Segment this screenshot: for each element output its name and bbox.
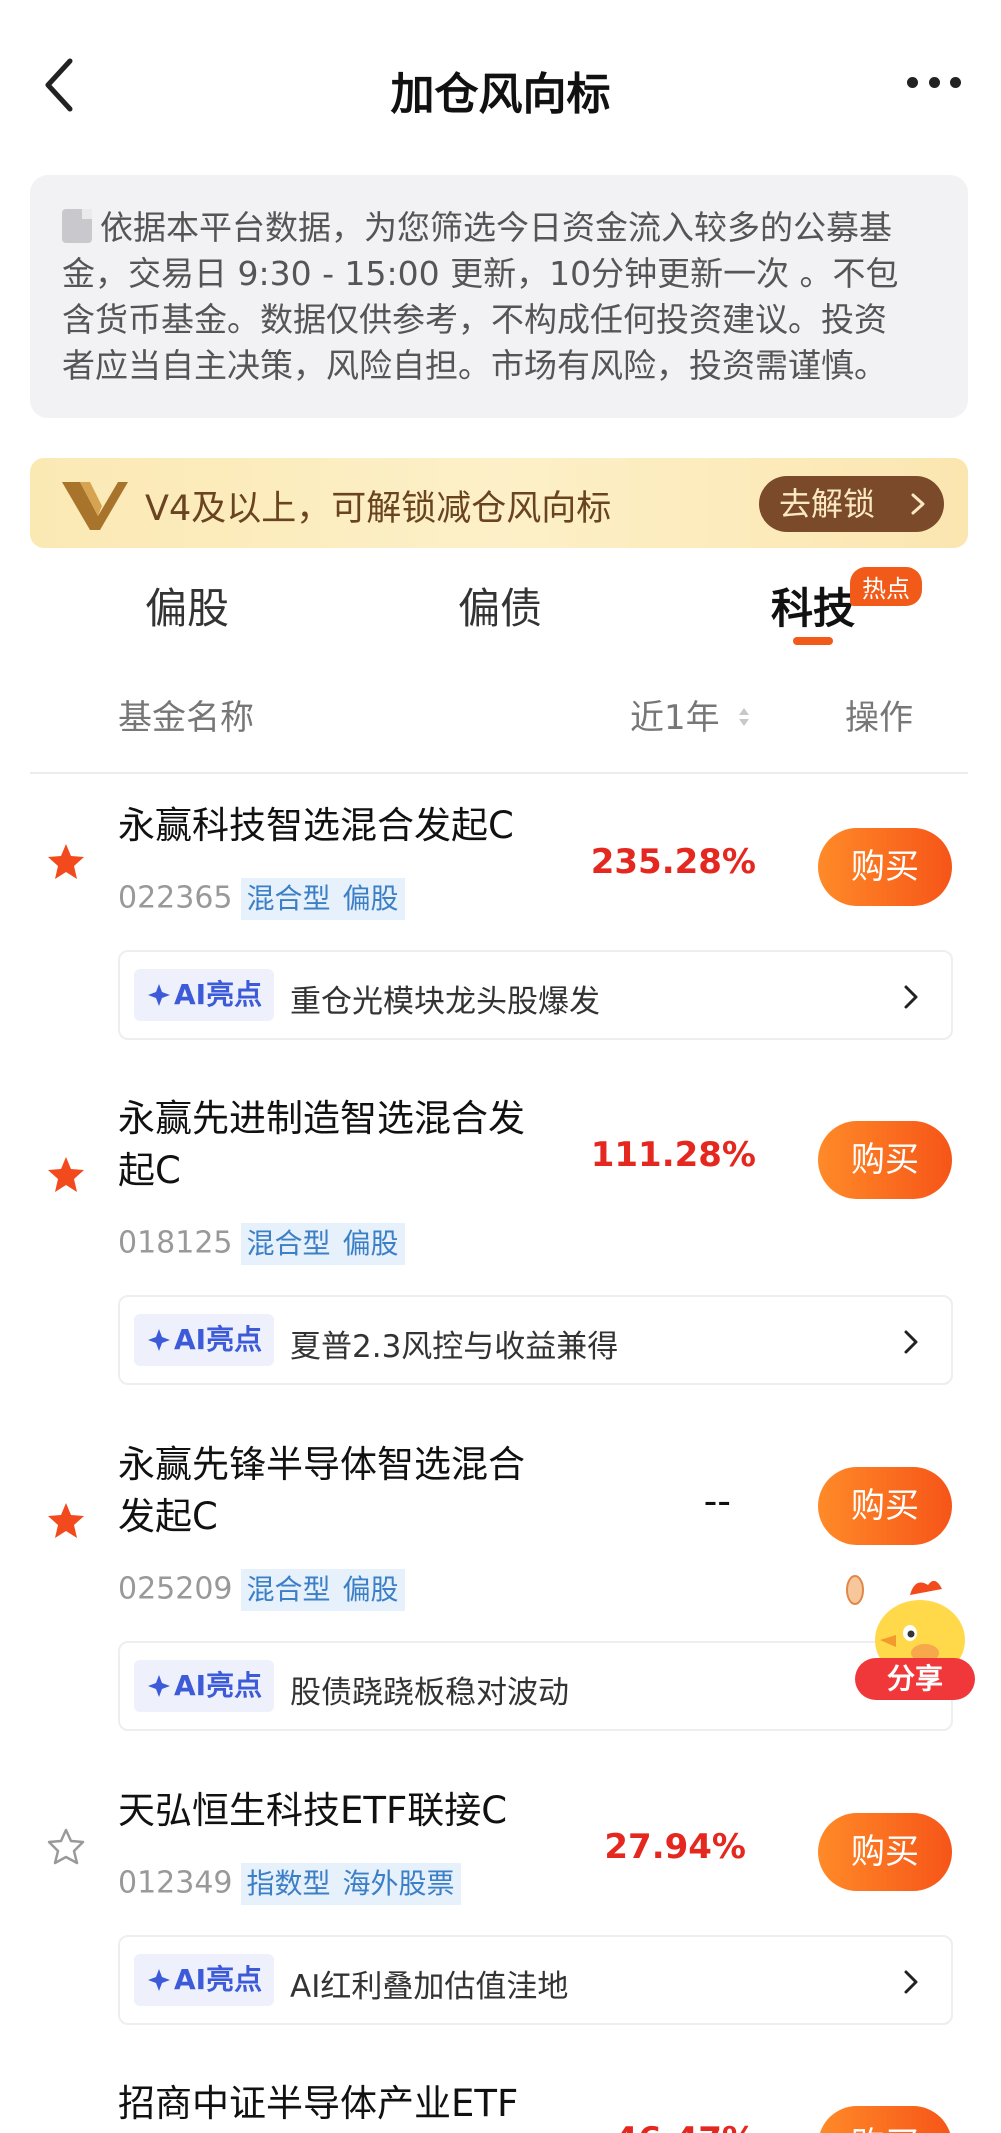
sparkle-icon <box>148 1969 170 1991</box>
ai-highlight-row[interactable]: AI亮点 股债跷跷板稳对波动 <box>118 1641 953 1731</box>
divider <box>30 772 968 774</box>
fund-name: 招商中证半导体产业ETF <box>118 2082 519 2125</box>
column-header: 基金名称 近1年 操作 <box>0 690 1001 740</box>
star-filled-icon[interactable] <box>46 1155 86 1195</box>
more-dots-icon[interactable] <box>907 72 961 92</box>
notice-line-3: 含货币基金。数据仅供参考，不构成任何投资建议。投资 <box>62 300 887 339</box>
disclaimer-notice: 依据本平台数据，为您筛选今日资金流入较多的公募基 金，交易日 9:30 - 15… <box>30 175 968 418</box>
tab-bond[interactable]: 偏债 <box>400 575 600 636</box>
buy-button[interactable]: 购买 <box>818 1467 952 1545</box>
chevron-right-icon <box>911 493 925 515</box>
ai-highlight-row[interactable]: AI亮点 AI红利叠加估值洼地 <box>118 1935 953 2025</box>
ai-badge-label: AI亮点 <box>174 978 263 1011</box>
fund-return: 46.47% <box>614 2120 756 2133</box>
fund-type-tag: 混合型 <box>240 1223 337 1265</box>
category-tabs: 偏股 偏债 科技 热点 <box>0 567 1001 655</box>
ai-badge: AI亮点 <box>134 1660 274 1712</box>
fund-return: 111.28% <box>590 1135 756 1175</box>
buy-button[interactable]: 购买 <box>818 2106 952 2133</box>
fund-name-line-2: 发起C <box>118 1495 218 1538</box>
ai-highlight-text: 股债跷跷板稳对波动 <box>290 1675 569 1711</box>
chevron-right-icon <box>904 1970 918 1994</box>
column-name: 基金名称 <box>118 698 254 738</box>
tab-tech-label: 科技 <box>770 584 855 633</box>
fund-name: 永赢科技智选混合发起C <box>118 804 514 847</box>
star-filled-icon[interactable] <box>46 1501 86 1541</box>
ai-badge: AI亮点 <box>134 1314 274 1366</box>
ai-highlight-text: 重仓光模块龙头股爆发 <box>290 984 600 1020</box>
sparkle-icon <box>148 1675 170 1697</box>
buy-button[interactable]: 购买 <box>818 1121 952 1199</box>
fund-code: 018125 <box>118 1225 233 1261</box>
sparkle-icon <box>148 984 170 1006</box>
fund-style-tag: 偏股 <box>336 878 405 920</box>
unlock-button-label: 去解锁 <box>779 485 876 523</box>
notice-line-2: 金，交易日 9:30 - 15:00 更新，10分钟更新一次 。不包 <box>62 254 899 293</box>
active-tab-indicator <box>793 637 833 645</box>
sort-icon <box>739 708 750 726</box>
column-return-label: 近1年 <box>630 698 720 738</box>
fund-code: 012349 <box>118 1865 233 1901</box>
column-return-sort[interactable]: 近1年 <box>630 690 750 739</box>
fund-name: 永赢先锋半导体智选混合 发起C <box>118 1439 578 1543</box>
buy-button[interactable]: 购买 <box>818 1813 952 1891</box>
fund-return: 235.28% <box>590 842 756 882</box>
fund-code-line: 022365 混合型 偏股 <box>118 878 405 920</box>
chevron-right-icon <box>904 985 918 1009</box>
fund-type-tag: 指数型 <box>240 1863 337 1905</box>
star-outline-icon[interactable] <box>46 1827 86 1867</box>
fund-name: 永赢先进制造智选混合发 起C <box>118 1093 578 1197</box>
fund-code-line: 018125 混合型 偏股 <box>118 1223 405 1265</box>
ai-highlight-row[interactable]: AI亮点 重仓光模块龙头股爆发 <box>118 950 953 1040</box>
hot-badge: 热点 <box>850 567 922 606</box>
star-filled-icon[interactable] <box>46 842 86 882</box>
fund-style-tag: 偏股 <box>336 1223 405 1265</box>
fund-return: -- <box>703 1479 731 1523</box>
share-button[interactable]: 分享 <box>855 1658 975 1700</box>
buy-button[interactable]: 购买 <box>818 828 952 906</box>
fund-name: 天弘恒生科技ETF联接C <box>118 1789 508 1832</box>
fund-style-tag: 偏股 <box>336 1569 405 1611</box>
notice-line-4: 者应当自主决策，风险自担。市场有风险，投资需谨慎。 <box>62 346 887 385</box>
fund-type-tag: 混合型 <box>240 878 337 920</box>
unlock-text: V4及以上，可解锁减仓风向标 <box>145 489 612 529</box>
page-title: 加仓风向标 <box>390 69 611 120</box>
ai-badge: AI亮点 <box>134 969 274 1021</box>
sparkle-icon <box>148 1329 170 1351</box>
tab-stock[interactable]: 偏股 <box>87 575 287 636</box>
ai-highlight-row[interactable]: AI亮点 夏普2.3风控与收益兼得 <box>118 1295 953 1385</box>
fund-type-tag: 混合型 <box>240 1569 337 1611</box>
fund-code: 022365 <box>118 880 233 916</box>
vip-unlock-banner[interactable]: V4及以上，可解锁减仓风向标 去解锁 <box>30 458 968 548</box>
fund-style-tag: 海外股票 <box>336 1863 461 1905</box>
document-icon <box>62 209 92 243</box>
ai-badge-label: AI亮点 <box>174 1963 263 1996</box>
top-nav-bar: 加仓风向标 <box>0 0 1001 165</box>
fund-name-line-1: 永赢先进制造智选混合发 <box>118 1097 525 1140</box>
fund-name-line-2: 起C <box>118 1149 181 1192</box>
chevron-right-icon <box>904 1330 918 1354</box>
fund-code-line: 025209 混合型 偏股 <box>118 1569 405 1611</box>
fund-name-line-1: 永赢先锋半导体智选混合 <box>118 1443 525 1486</box>
fund-return: 27.94% <box>604 1827 746 1867</box>
column-action: 操作 <box>845 698 913 738</box>
ai-badge: AI亮点 <box>134 1954 274 2006</box>
ai-badge-label: AI亮点 <box>174 1669 263 1702</box>
notice-line-1: 依据本平台数据，为您筛选今日资金流入较多的公募基 <box>100 208 892 247</box>
ai-highlight-text: AI红利叠加估值洼地 <box>290 1969 569 2005</box>
ai-highlight-text: 夏普2.3风控与收益兼得 <box>290 1329 619 1365</box>
ai-badge-label: AI亮点 <box>174 1323 263 1356</box>
unlock-button[interactable]: 去解锁 <box>759 476 944 532</box>
vip-logo-icon <box>62 482 128 530</box>
fund-code: 025209 <box>118 1571 233 1607</box>
fund-code-line: 012349 指数型 海外股票 <box>118 1863 461 1905</box>
